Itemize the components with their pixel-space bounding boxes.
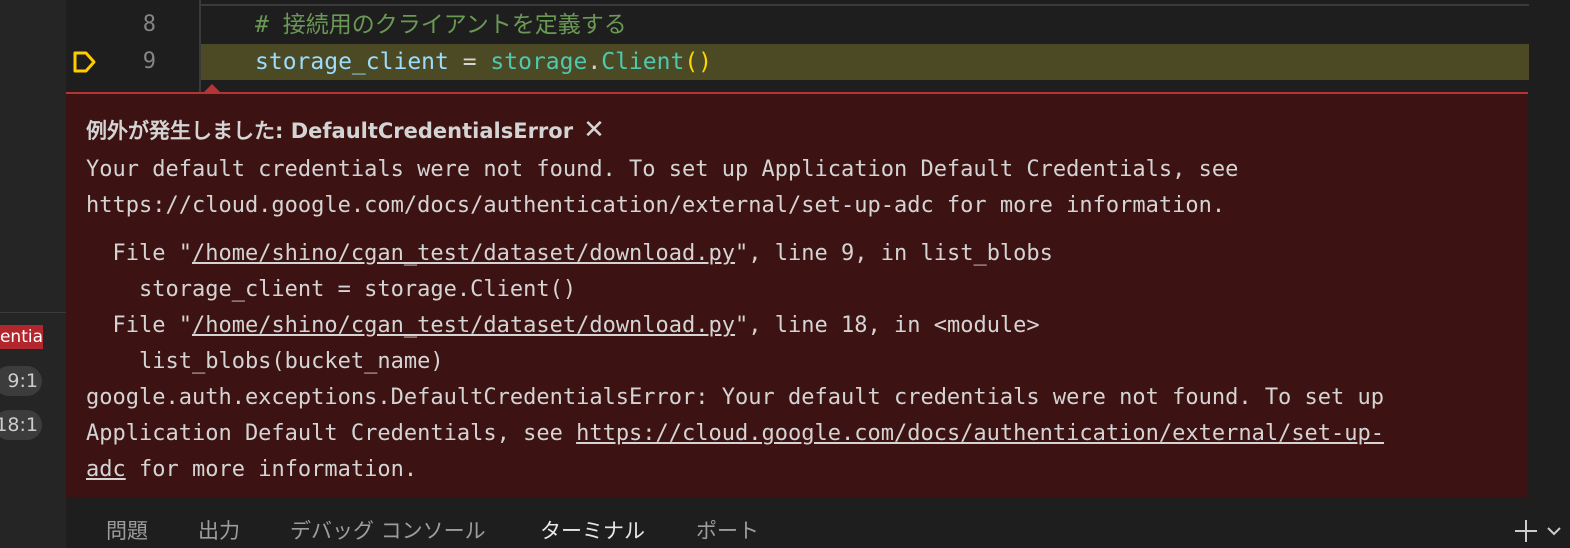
debug-sidebar: DefaultCredentia... 9:1 18:1 bbox=[0, 0, 67, 548]
trace-code-2: list_blobs(bucket_name) bbox=[86, 349, 444, 374]
final-text: Application Default Credentials, see bbox=[86, 421, 577, 446]
code-line-8[interactable]: 8 # 接続用のクライアントを定義する bbox=[66, 7, 1570, 43]
tab-ports[interactable]: ポート bbox=[696, 517, 759, 545]
tab-output[interactable]: 出力 bbox=[198, 517, 240, 545]
line-number: 8 bbox=[142, 12, 156, 37]
code-line-9[interactable]: 9 storage_client = storage.Client() bbox=[66, 44, 1570, 80]
code-statement: storage_client = storage.Client() bbox=[255, 44, 712, 80]
token-parens: () bbox=[684, 49, 713, 75]
exception-final-line-1: google.auth.exceptions.DefaultCredential… bbox=[86, 385, 1385, 410]
trace-file-link[interactable]: /home/shino/cgan_test/dataset/download.p… bbox=[192, 241, 735, 266]
final-text: for more information. bbox=[125, 457, 418, 482]
close-icon[interactable]: ✕ bbox=[583, 115, 605, 145]
exception-title-text: 例外が発生しました: DefaultCredentialsError bbox=[86, 119, 574, 143]
trace-prefix: File " bbox=[86, 313, 192, 338]
exception-message-line-1: Your default credentials were not found.… bbox=[86, 157, 1239, 182]
trace-prefix: File " bbox=[86, 241, 192, 266]
trace-file-link[interactable]: /home/shino/cgan_test/dataset/download.p… bbox=[192, 313, 735, 338]
plus-icon[interactable] bbox=[1512, 517, 1540, 545]
trace-frame-2: File "/home/shino/cgan_test/dataset/down… bbox=[86, 308, 1040, 344]
docs-link-continued[interactable]: adc bbox=[86, 457, 126, 482]
sidebar-divider bbox=[0, 312, 66, 313]
token-class: Client bbox=[601, 49, 685, 75]
exception-widget: 例外が発生しました: DefaultCredentialsError ✕ Your… bbox=[66, 84, 1528, 497]
token-variable: storage_client bbox=[255, 49, 449, 75]
exception-breakpoint-tag[interactable]: DefaultCredentia... bbox=[0, 325, 43, 349]
exception-pointer bbox=[202, 84, 222, 94]
trace-code-1: storage_client = storage.Client() bbox=[86, 277, 577, 302]
token-module: storage bbox=[490, 49, 588, 75]
token-operator: = bbox=[448, 49, 491, 75]
trace-frame-1: File "/home/shino/cgan_test/dataset/down… bbox=[86, 236, 1053, 272]
editor-top-rule bbox=[199, 4, 1529, 6]
code-editor[interactable]: 8 # 接続用のクライアントを定義する 9 storage_client = s… bbox=[66, 0, 1570, 92]
tab-problems[interactable]: 問題 bbox=[106, 517, 148, 545]
docs-link[interactable]: https://cloud.google.com/docs/authentica… bbox=[576, 421, 1384, 446]
exception-final-line-3: adc for more information. bbox=[86, 452, 417, 488]
bottom-panel: 問題 出力 デバッグ コンソール ターミナル ポート bbox=[66, 497, 1570, 548]
trace-suffix: ", line 18, in <module> bbox=[735, 313, 1040, 338]
exception-title: 例外が発生しました: DefaultCredentialsError ✕ bbox=[86, 116, 605, 145]
tab-terminal[interactable]: ターミナル bbox=[540, 517, 645, 545]
code-comment: # 接続用のクライアントを定義する bbox=[255, 12, 627, 38]
exception-message-line-2: https://cloud.google.com/docs/authentica… bbox=[86, 193, 1226, 218]
token-dot: . bbox=[587, 49, 602, 75]
chevron-down-icon[interactable] bbox=[1544, 523, 1564, 539]
breakpoint-badge-line-18[interactable]: 18:1 bbox=[0, 410, 42, 440]
line-number: 9 bbox=[142, 49, 156, 74]
exception-final-line-2: Application Default Credentials, see htt… bbox=[86, 416, 1384, 452]
trace-suffix: ", line 9, in list_blobs bbox=[735, 241, 1053, 266]
tab-debug-console[interactable]: デバッグ コンソール bbox=[290, 517, 486, 545]
breakpoint-badge-line-9[interactable]: 9:1 bbox=[0, 366, 42, 396]
